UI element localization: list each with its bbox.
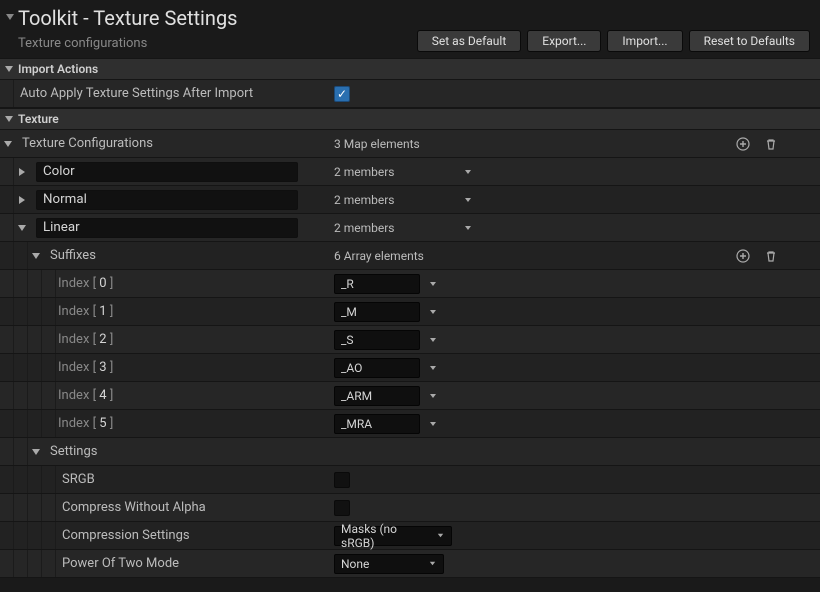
panel-title: Toolkit - Texture Settings <box>18 6 417 30</box>
compress-without-alpha-checkbox[interactable] <box>334 500 350 516</box>
srgb-label: SRGB <box>56 472 95 487</box>
section-toggle-import-actions[interactable] <box>4 64 18 74</box>
suffix-index-4-menu-icon[interactable] <box>428 391 446 401</box>
color-members-text: 2 members <box>334 165 395 179</box>
compress-without-alpha-label: Compress Without Alpha <box>56 500 206 515</box>
suffix-index-5-menu-icon[interactable] <box>428 419 446 429</box>
import-button[interactable]: Import... <box>607 30 682 52</box>
section-label-import-actions: Import Actions <box>18 62 98 76</box>
texture-configurations-count: 3 Map elements <box>334 137 420 151</box>
chevron-down-icon <box>436 531 445 540</box>
normal-members-text: 2 members <box>334 193 395 207</box>
power-of-two-mode-label: Power Of Two Mode <box>56 556 179 571</box>
power-of-two-mode-value: None <box>341 557 369 571</box>
suffix-index-1-label: Index [ 1 ] <box>56 304 113 319</box>
chevron-down-icon <box>428 559 437 568</box>
linear-members-text: 2 members <box>334 221 395 235</box>
suffix-index-0-label: Index [ 0 ] <box>56 276 113 291</box>
export-button[interactable]: Export... <box>527 30 601 52</box>
suffix-index-5-input[interactable] <box>334 414 420 434</box>
color-entry-menu-icon[interactable] <box>463 167 481 177</box>
map-key-linear-input[interactable] <box>36 218 298 238</box>
compression-settings-dropdown[interactable]: Masks (no sRGB) <box>334 526 452 546</box>
add-suffix-icon[interactable] <box>734 247 752 265</box>
suffix-index-4-input[interactable] <box>334 386 420 406</box>
texture-configurations-label: Texture Configurations <box>16 136 153 151</box>
reset-to-defaults-button[interactable]: Reset to Defaults <box>689 30 810 52</box>
map-key-color-input[interactable] <box>36 162 298 182</box>
suffix-index-2-label: Index [ 2 ] <box>56 332 113 347</box>
suffix-index-0-menu-icon[interactable] <box>428 279 446 289</box>
suffix-index-3-label: Index [ 3 ] <box>56 360 113 375</box>
suffix-index-2-input[interactable] <box>334 330 420 350</box>
set-as-default-button[interactable]: Set as Default <box>417 30 521 52</box>
compression-settings-value: Masks (no sRGB) <box>341 522 428 550</box>
add-map-element-icon[interactable] <box>734 135 752 153</box>
normal-entry-menu-icon[interactable] <box>463 195 481 205</box>
expand-linear-entry[interactable] <box>14 223 30 233</box>
linear-entry-menu-icon[interactable] <box>463 223 481 233</box>
suffix-index-3-menu-icon[interactable] <box>428 363 446 373</box>
suffix-index-4-label: Index [ 4 ] <box>56 388 113 403</box>
suffix-index-0-input[interactable] <box>334 274 420 294</box>
expand-suffixes[interactable] <box>28 251 44 261</box>
expand-color-entry[interactable] <box>14 167 30 177</box>
suffix-index-3-input[interactable] <box>334 358 420 378</box>
suffix-index-5-label: Index [ 5 ] <box>56 416 113 431</box>
compression-settings-label: Compression Settings <box>56 528 190 543</box>
expand-texture-configurations[interactable] <box>0 139 16 149</box>
settings-label: Settings <box>44 444 97 459</box>
expand-settings[interactable] <box>28 447 44 457</box>
suffixes-count: 6 Array elements <box>334 249 424 263</box>
section-label-texture: Texture <box>18 112 59 126</box>
clear-suffixes-icon[interactable] <box>762 247 780 265</box>
panel-collapse-icon[interactable] <box>4 6 16 28</box>
expand-normal-entry[interactable] <box>14 195 30 205</box>
suffixes-label: Suffixes <box>44 248 96 263</box>
auto-apply-label: Auto Apply Texture Settings After Import <box>14 86 253 101</box>
suffix-index-1-input[interactable] <box>334 302 420 322</box>
section-toggle-texture[interactable] <box>4 114 18 124</box>
auto-apply-checkbox[interactable] <box>334 86 350 102</box>
map-key-normal-input[interactable] <box>36 190 298 210</box>
suffix-index-2-menu-icon[interactable] <box>428 335 446 345</box>
power-of-two-mode-dropdown[interactable]: None <box>334 554 444 574</box>
suffix-index-1-menu-icon[interactable] <box>428 307 446 317</box>
clear-map-elements-icon[interactable] <box>762 135 780 153</box>
panel-subtitle: Texture configurations <box>18 36 417 51</box>
srgb-checkbox[interactable] <box>334 472 350 488</box>
